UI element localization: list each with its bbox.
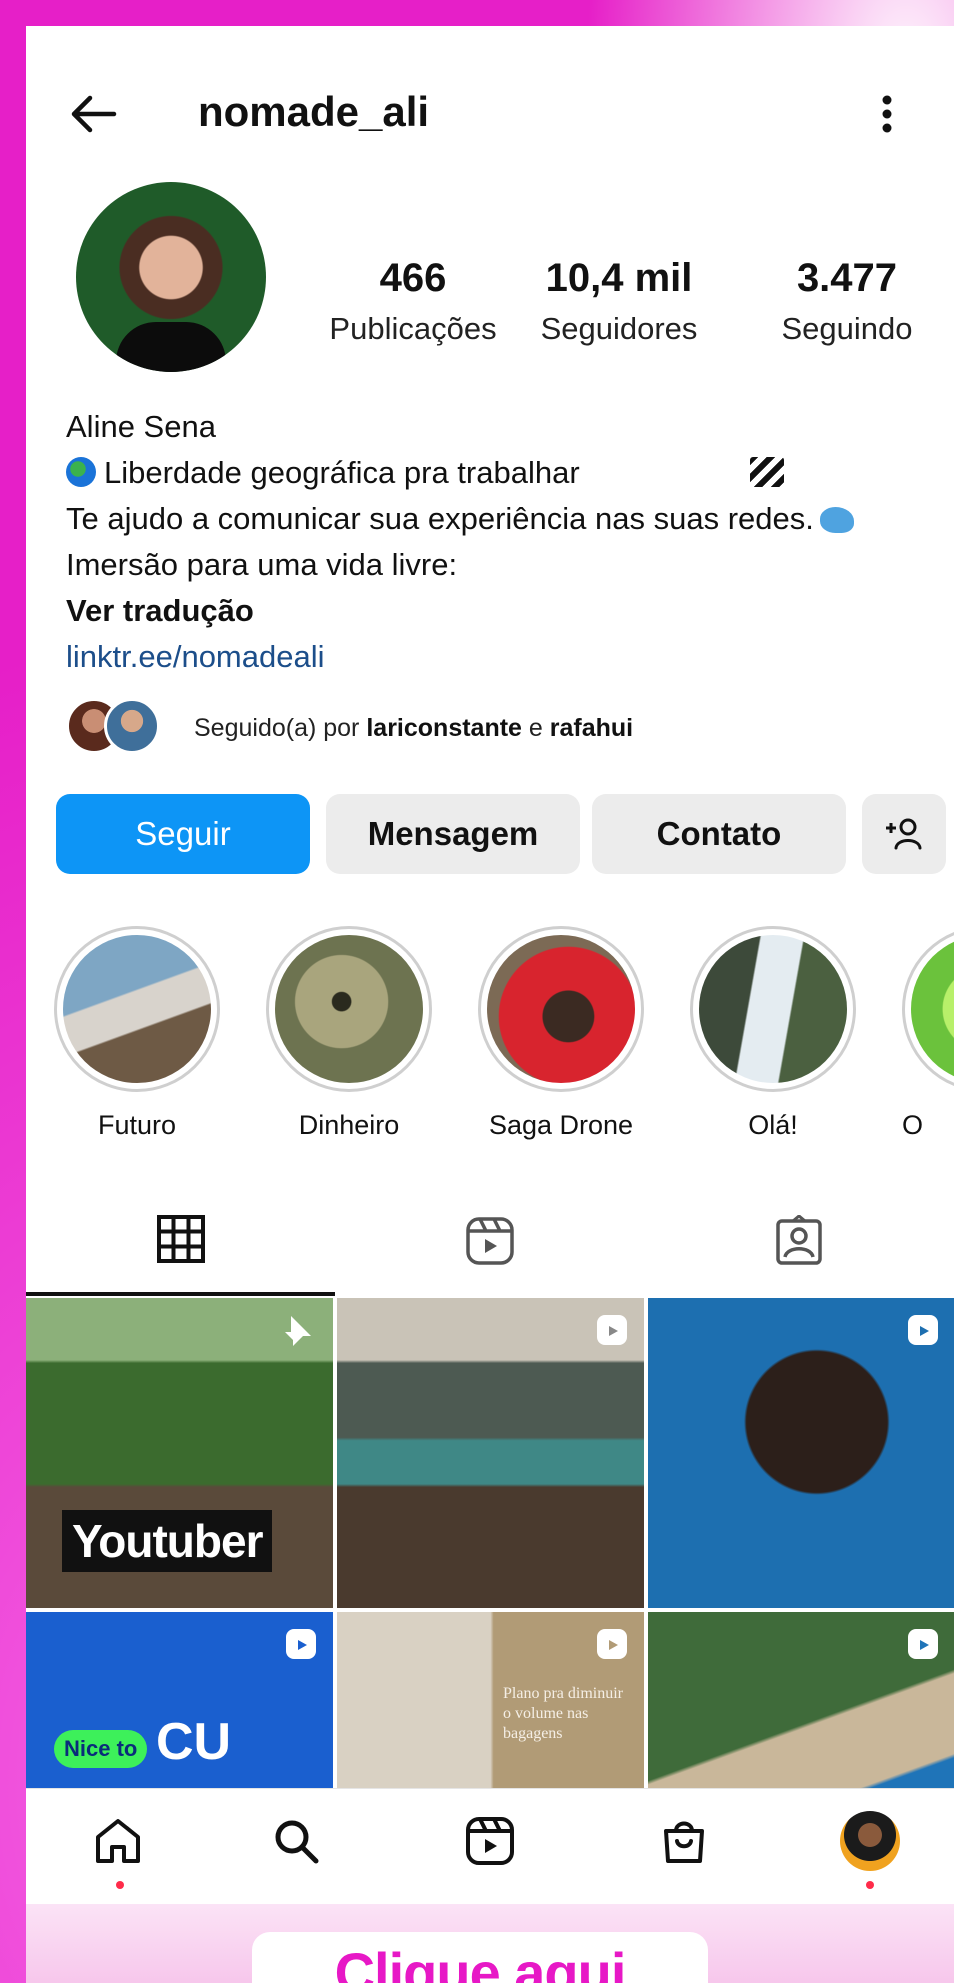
reel-badge-icon [286,1629,316,1659]
follow-button[interactable]: Seguir [56,794,310,874]
nav-home[interactable] [86,1809,150,1873]
story-highlight-dinheiro[interactable]: Dinheiro [266,926,436,1141]
posts-count-value: 466 [379,256,447,300]
followed-by-user-2: rafahui [549,714,634,742]
followed-by[interactable]: Seguido(a) por lariconstante e rafahui [66,694,946,760]
bio-line-2-text: Te ajudo a comunicar sua experiência nas… [66,501,814,536]
pin-icon [285,1316,311,1346]
post-overlay-text: Youtuber [62,1510,273,1572]
reel-badge-icon [597,1315,627,1345]
see-translation-link[interactable]: Ver tradução [66,588,946,634]
suggested-users-button[interactable] [862,794,946,874]
post-thumbnail[interactable] [648,1298,954,1608]
post-overlay-tag: Nice to [54,1730,148,1768]
clapper-emoji-icon [749,457,784,487]
bio-line-2: Te ajudo a comunicar sua experiência nas… [66,496,946,542]
add-user-icon [886,818,922,850]
profile-full-name: Aline Sena [66,409,216,444]
story-highlight-ola[interactable]: Olá! [690,926,860,1141]
tab-posts-grid[interactable] [26,1186,335,1296]
bio: Aline Sena Liberdade geográfica pra trab… [66,404,946,680]
nav-search[interactable] [264,1809,328,1873]
grid-icon [156,1215,205,1263]
followed-by-text: Seguido(a) por lariconstante e rafahui [194,714,633,743]
more-options-icon[interactable] [872,86,902,142]
highlight-label: Dinheiro [298,1110,400,1140]
posts-count: 466 Publicações [318,256,508,347]
profile-tabs [26,1186,954,1296]
followers-count-value: 10,4 mil [545,256,693,300]
profile-username: nomade_ali [198,88,430,135]
home-icon [96,1819,140,1863]
highlight-label: Saga Drone [488,1110,634,1140]
nav-reels[interactable] [458,1809,522,1873]
story-highlight-saga-drone[interactable]: Saga Drone [478,926,648,1141]
reel-badge-icon [908,1315,938,1345]
click-here-button[interactable]: Clique aqui [252,1932,708,1983]
post-thumbnail[interactable]: Plano pra diminuir o volume nas bagagens [337,1612,644,1788]
bottom-navigation [26,1788,954,1903]
nav-shop[interactable] [652,1809,716,1873]
bio-line-1-text: Liberdade geográfica pra trabalhar [104,455,580,490]
notification-dot [116,1881,124,1889]
tagged-user-icon [775,1215,822,1265]
followed-by-user-1: lariconstante [366,714,522,742]
reels-icon [466,1817,514,1865]
follower-avatar [104,698,160,754]
tab-tagged[interactable] [644,1186,953,1296]
bio-link[interactable]: linktr.ee/nomadeali [66,634,946,680]
message-button[interactable]: Mensagem [326,794,580,874]
post-thumbnail[interactable] [648,1612,954,1788]
nav-profile[interactable] [838,1809,902,1873]
globe-emoji-icon [66,457,96,487]
top-bar: nomade_ali [26,26,954,146]
post-thumbnail[interactable] [337,1298,644,1608]
back-arrow-icon[interactable] [66,86,122,142]
followed-by-conjunction: e [528,714,543,742]
shopping-bag-icon [664,1821,704,1863]
reel-badge-icon [597,1629,627,1659]
posts-grid: Youtuber Nice to CU Plano pra diminuir o… [26,1298,954,1788]
reels-icon [465,1217,514,1265]
dolphin-emoji-icon [819,507,854,533]
bio-line-3: Imersão para uma vida livre: [66,547,458,582]
posts-count-label: Publicações [329,311,497,346]
profile-avatar-small [840,1811,900,1871]
highlight-label: Olá! [748,1110,798,1140]
contact-button[interactable]: Contato [592,794,846,874]
post-overlay-text: CU [156,1713,232,1771]
story-highlight-futuro[interactable]: Futuro [54,926,224,1141]
search-icon [275,1820,319,1864]
tab-reels[interactable] [335,1186,644,1296]
followers-count-label: Seguidores [540,311,698,346]
followers-count[interactable]: 10,4 mil Seguidores [524,256,714,347]
post-thumbnail[interactable]: Youtuber [26,1298,333,1608]
notification-dot [866,1881,874,1889]
followed-by-prefix: Seguido(a) por [194,714,360,742]
highlight-label: O [902,1110,924,1140]
post-overlay-text: Plano pra diminuir o volume nas bagagens [503,1685,623,1742]
following-count-value: 3.477 [796,256,898,300]
cta-area: Clique aqui [26,1904,954,1983]
reel-badge-icon [908,1629,938,1659]
post-thumbnail[interactable]: Nice to CU [26,1612,333,1788]
following-count-label: Seguindo [781,311,913,346]
bio-line-1: Liberdade geográfica pra trabalhar [66,450,946,496]
profile-avatar[interactable] [76,182,266,372]
highlight-label: Futuro [97,1110,177,1140]
story-highlight-partial[interactable]: O [902,926,954,1141]
following-count[interactable]: 3.477 Seguindo [752,256,942,347]
phone-screen: nomade_ali 466 Publicações 10,4 mil Segu… [26,26,954,1983]
